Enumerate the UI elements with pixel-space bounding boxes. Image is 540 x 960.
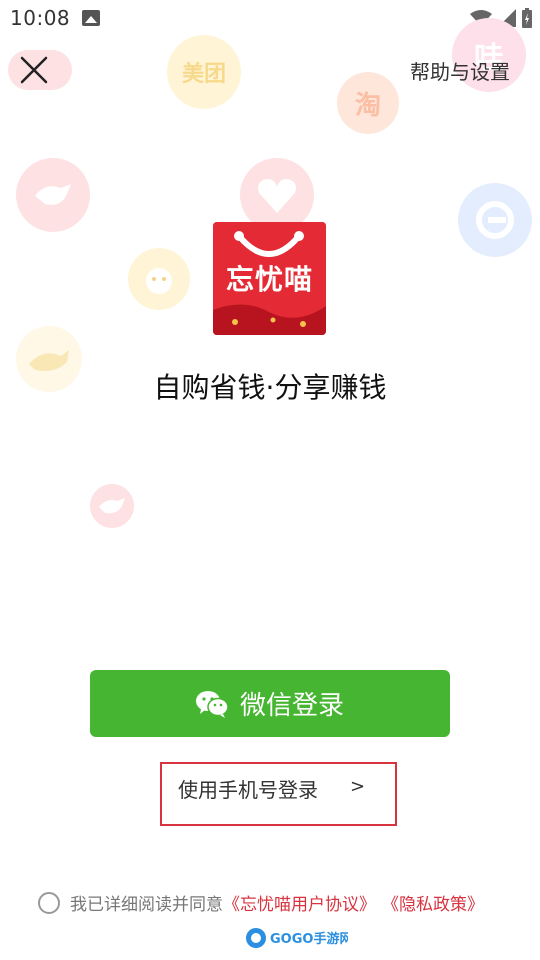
close-icon xyxy=(20,56,48,84)
status-time: 10:08 xyxy=(10,6,71,30)
image-notification-icon xyxy=(82,10,100,26)
pinduoduo-bubble-icon xyxy=(240,158,314,232)
jd-bubble-icon xyxy=(16,158,90,232)
phone-login-label: 使用手机号登录 xyxy=(178,778,318,802)
meituan-bubble-icon: 美团 xyxy=(167,35,241,109)
taobao-bubble-icon: 淘 xyxy=(337,72,399,134)
agreement-checkbox[interactable] xyxy=(38,891,60,914)
wechat-icon xyxy=(195,690,228,718)
ele-bubble-icon xyxy=(458,183,532,257)
agreement-text: 我已详细阅读并同意 xyxy=(70,895,223,915)
user-agreement-link[interactable]: 《忘忧喵用户协议》 xyxy=(223,890,376,915)
wechat-login-button[interactable]: 微信登录 xyxy=(90,670,450,737)
phone-login-link[interactable]: 使用手机号登录 > xyxy=(160,762,397,826)
chevron-right-icon: > xyxy=(350,776,366,797)
app-logo-text: 忘忧喵 xyxy=(225,263,313,296)
bird-bubble-icon xyxy=(90,484,134,528)
meituan-bubble-label: 美团 xyxy=(181,62,226,87)
battery-icon xyxy=(522,8,532,28)
agreement-row: 我已详细阅读并同意 《忘忧喵用户协议》 《隐私政策》 xyxy=(38,890,484,915)
status-bar: 10:08 xyxy=(0,0,540,36)
help-settings-link[interactable]: 帮助与设置 xyxy=(410,56,510,85)
privacy-policy-link[interactable]: 《隐私政策》 xyxy=(382,890,484,915)
tagline: 自购省钱·分享赚钱 xyxy=(153,371,387,404)
dog-bubble-icon xyxy=(128,248,190,310)
wechat-login-label: 微信登录 xyxy=(239,691,344,721)
app-logo: 忘忧喵 xyxy=(213,222,326,335)
svg-text:GOGO手游网: GOGO手游网 xyxy=(270,931,348,947)
gogo-watermark-logo: GOGO手游网 xyxy=(246,928,348,948)
close-button[interactable] xyxy=(16,52,52,88)
taobao-bubble-label: 淘 xyxy=(354,90,381,121)
